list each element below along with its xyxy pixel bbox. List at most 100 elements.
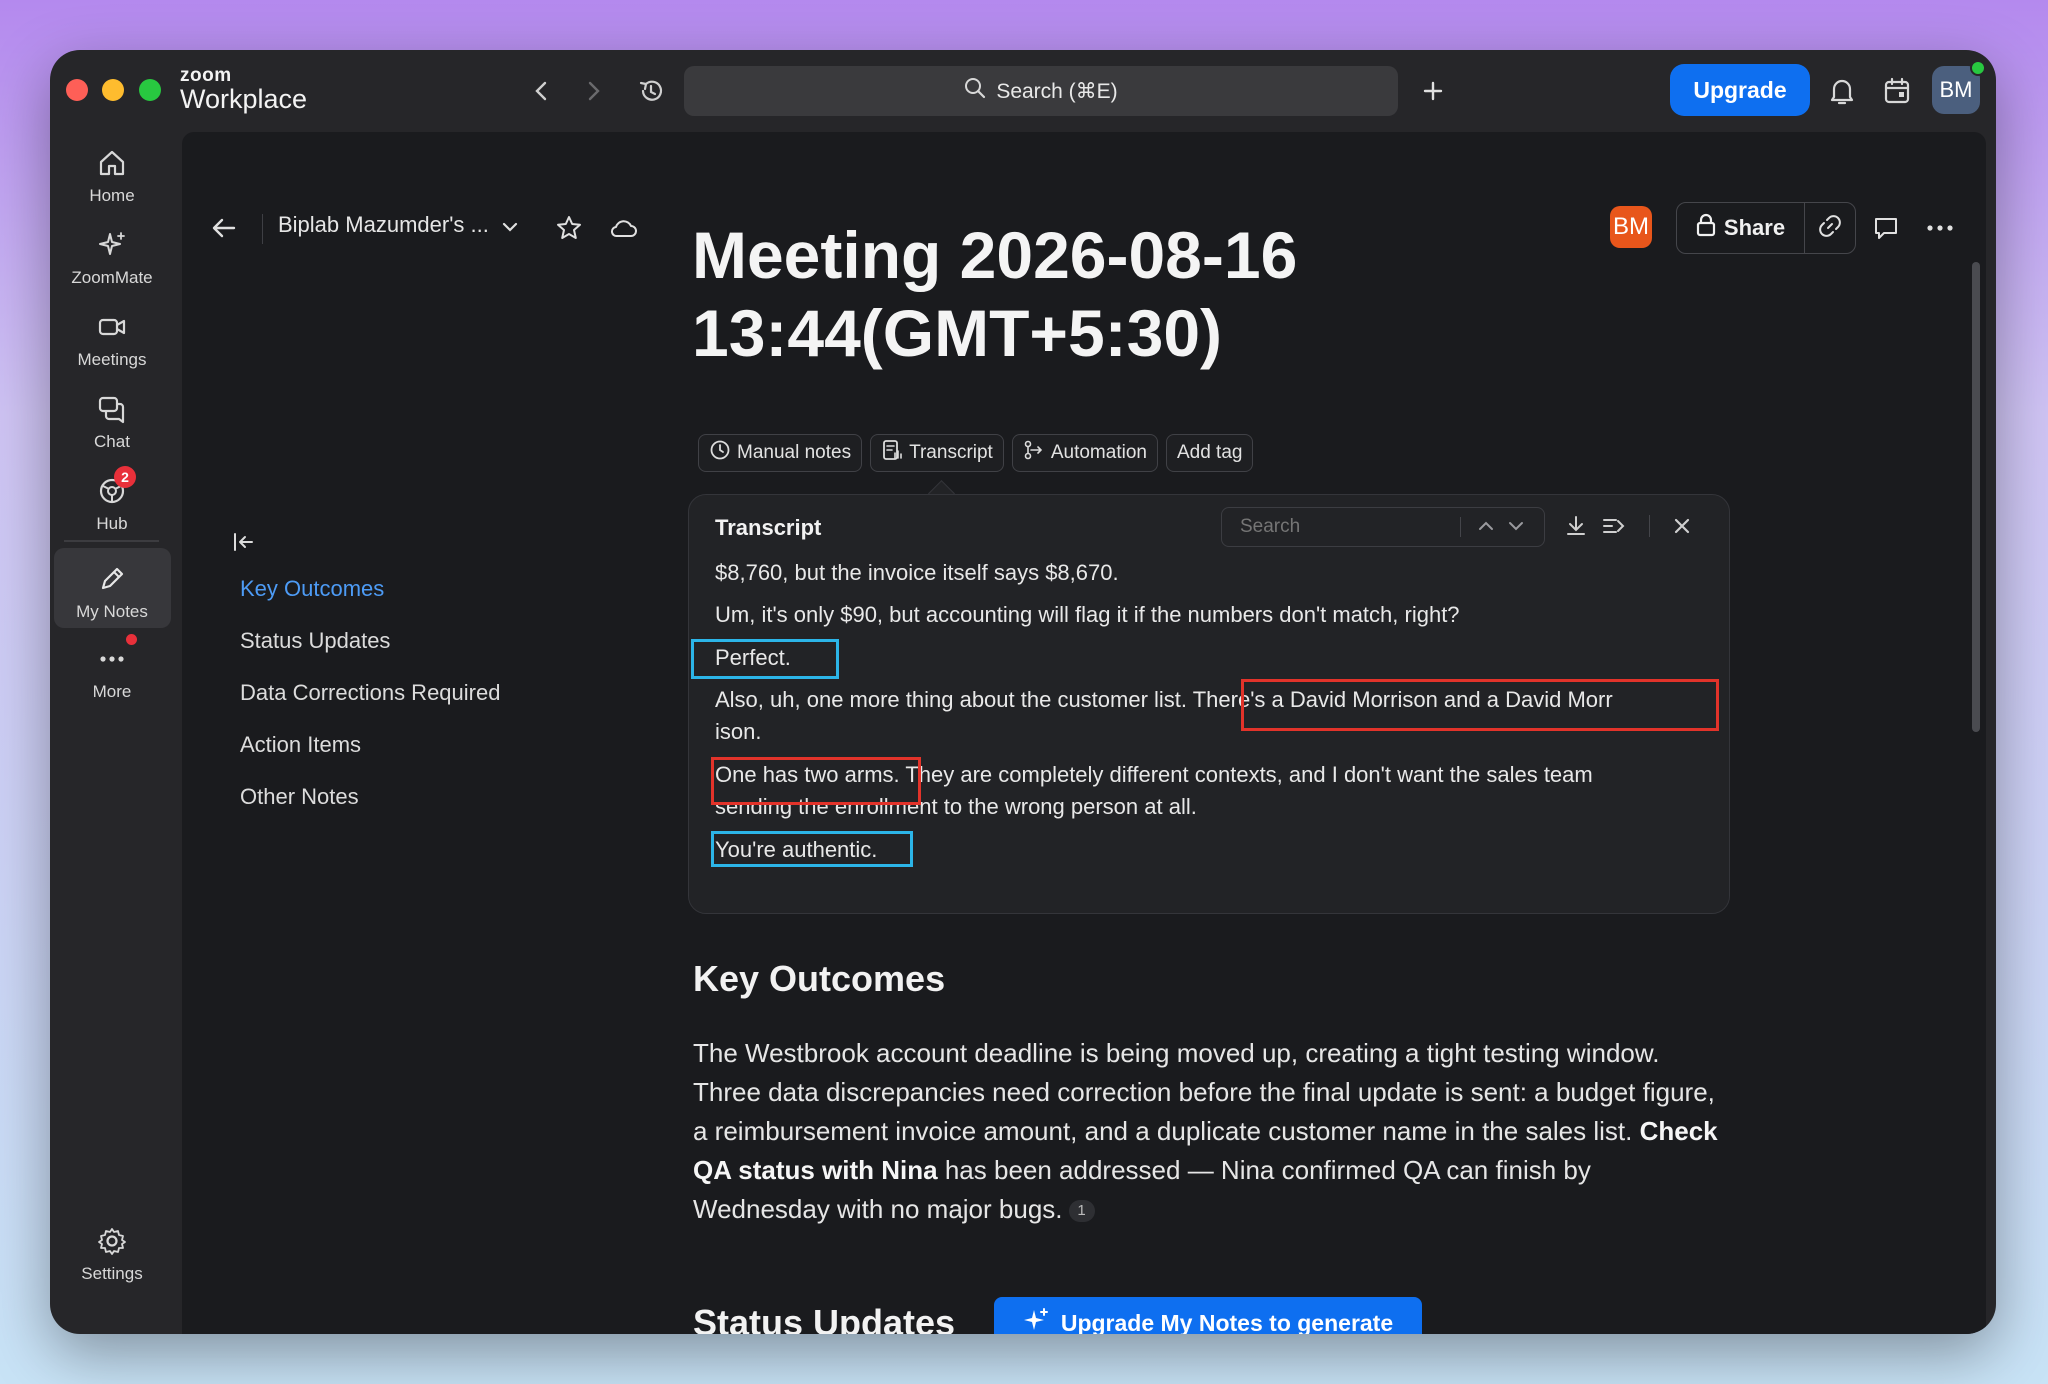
rail-item-hub[interactable]: 2 Hub: [52, 466, 172, 534]
scrollbar-thumb[interactable]: [1972, 262, 1980, 732]
sparkle-icon: [1023, 1307, 1049, 1334]
search-label: Search (⌘E): [996, 79, 1118, 103]
key-outcomes-paragraph[interactable]: The Westbrook account deadline is being …: [693, 1034, 1723, 1229]
manual-notes-chip[interactable]: Manual notes: [698, 434, 863, 472]
global-search-bar[interactable]: Search (⌘E): [684, 66, 1398, 116]
notes-main-panel: Biplab Mazumder's ... BM Share Key Outco…: [182, 132, 1986, 1334]
more-notification-dot: [126, 634, 137, 645]
new-tab-plus-icon[interactable]: [1416, 74, 1450, 108]
chevron-down-icon[interactable]: [1507, 516, 1525, 538]
transcript-chip[interactable]: Transcript: [870, 434, 1004, 472]
back-nav-icon[interactable]: [524, 74, 558, 108]
toc-item-other-notes[interactable]: Other Notes: [240, 784, 359, 810]
title-line-2: 13:44(GMT+5:30): [692, 296, 1223, 370]
download-icon[interactable]: [1561, 511, 1591, 541]
user-avatar[interactable]: BM: [1932, 60, 1986, 114]
share-label: Share: [1723, 215, 1786, 240]
rail-divider: [64, 540, 159, 542]
star-icon[interactable]: [551, 210, 587, 246]
upgrade-generate-button[interactable]: Upgrade My Notes to generate: [994, 1297, 1422, 1334]
highlight-box-two-arms: [711, 757, 921, 805]
online-status-dot: [1970, 60, 1986, 76]
owner-avatar[interactable]: BM: [1610, 206, 1652, 248]
add-tag-chip[interactable]: Add tag: [1165, 434, 1254, 472]
transcript-fade: [689, 873, 1729, 913]
key-outcomes-heading: Key Outcomes: [693, 958, 946, 999]
transcript-line[interactable]: Perfect.: [715, 642, 1715, 674]
history-clock-icon: [709, 439, 731, 467]
rail-label-meetings: Meetings: [77, 350, 147, 369]
generate-button-label: Upgrade My Notes to generate: [1060, 1309, 1394, 1335]
calendar-icon[interactable]: [1880, 74, 1914, 108]
transcript-line[interactable]: Um, it's only $90, but accounting will f…: [715, 599, 1715, 631]
sparkle-icon: [95, 228, 129, 262]
toolbar-divider: [1649, 515, 1650, 537]
copy-link-button[interactable]: [1804, 203, 1855, 253]
hub-badge: 2: [114, 466, 136, 488]
bell-icon[interactable]: [1825, 74, 1859, 108]
rail-label-chat: Chat: [94, 432, 130, 451]
highlight-box-david-morrison: [1241, 679, 1719, 731]
close-window-button[interactable]: [66, 79, 88, 101]
rail-label-hub: Hub: [96, 514, 128, 533]
highlight-box-perfect: [691, 639, 839, 679]
toc-item-key-outcomes[interactable]: Key Outcomes: [240, 576, 384, 602]
rail-label-more: More: [92, 682, 132, 701]
highlight-box-authentic: [711, 831, 913, 867]
app-window: zoom Workplace Search (⌘E) Upgrade BM Ho…: [50, 50, 1996, 1334]
upgrade-button[interactable]: Upgrade: [1670, 64, 1810, 116]
scroll-to-current-icon[interactable]: [1599, 511, 1629, 541]
pen-icon: [95, 562, 129, 596]
chat-icon: [95, 392, 129, 426]
minimize-window-button[interactable]: [102, 79, 124, 101]
title-line-1: Meeting 2026-08-16: [692, 218, 1298, 292]
forward-nav-icon[interactable]: [577, 74, 611, 108]
home-icon: [95, 146, 129, 180]
breadcrumb[interactable]: Biplab Mazumder's ...: [278, 212, 519, 239]
app-logo: zoom Workplace: [180, 66, 307, 113]
transcript-line[interactable]: $8,760, but the invoice itself says $8,6…: [715, 557, 1715, 589]
collapse-toc-icon[interactable]: [232, 532, 254, 557]
rail-label-settings: Settings: [81, 1264, 143, 1283]
cloud-sync-icon[interactable]: [606, 210, 642, 246]
gear-icon: [95, 1224, 129, 1258]
transcript-chip-label: Transcript: [909, 442, 993, 463]
rail-item-home[interactable]: Home: [52, 146, 172, 206]
transcript-search-input[interactable]: [1238, 515, 1452, 539]
link-icon: [1818, 214, 1842, 243]
search-divider: [1460, 517, 1461, 537]
note-chips: Manual notes Transcript Automation Add t…: [698, 434, 1254, 472]
search-icon: [964, 77, 986, 105]
automation-label: Automation: [1050, 442, 1147, 463]
share-button[interactable]: Share: [1677, 203, 1804, 253]
back-arrow-icon[interactable]: [206, 210, 242, 246]
rail-item-settings[interactable]: Settings: [52, 1224, 172, 1284]
video-icon: [95, 310, 129, 344]
rail-item-zoommate[interactable]: ZoomMate: [52, 228, 172, 288]
citation-badge[interactable]: 1: [1068, 1200, 1095, 1223]
close-icon[interactable]: [1667, 511, 1697, 541]
more-icon: [95, 642, 129, 676]
header-divider: [262, 214, 263, 244]
automation-icon: [1023, 439, 1045, 467]
automation-chip[interactable]: Automation: [1011, 434, 1158, 472]
toc-item-action-items[interactable]: Action Items: [240, 732, 361, 758]
transcript-search-field[interactable]: [1221, 507, 1545, 547]
rail-label-my-notes: My Notes: [76, 602, 148, 621]
more-options-icon[interactable]: [1922, 210, 1958, 246]
rail-item-chat[interactable]: Chat: [52, 392, 172, 452]
rail-item-meetings[interactable]: Meetings: [52, 310, 172, 370]
toc-item-data-corrections[interactable]: Data Corrections Required: [240, 680, 500, 706]
rail-label-zoommate: ZoomMate: [71, 268, 153, 287]
page-title[interactable]: Meeting 2026-08-16 13:44(GMT+5:30): [692, 216, 1492, 372]
rail-item-more[interactable]: More: [52, 634, 172, 702]
share-group: Share: [1676, 202, 1856, 254]
status-updates-heading: Status Updates: [693, 1302, 956, 1334]
history-icon[interactable]: [634, 74, 668, 108]
toc-item-status-updates[interactable]: Status Updates: [240, 628, 390, 654]
zoom-window-button[interactable]: [139, 79, 161, 101]
chevron-up-icon[interactable]: [1477, 516, 1495, 538]
rail-item-my-notes[interactable]: My Notes: [52, 562, 172, 622]
comment-icon[interactable]: [1868, 210, 1904, 246]
chevron-down-icon: [501, 213, 519, 239]
